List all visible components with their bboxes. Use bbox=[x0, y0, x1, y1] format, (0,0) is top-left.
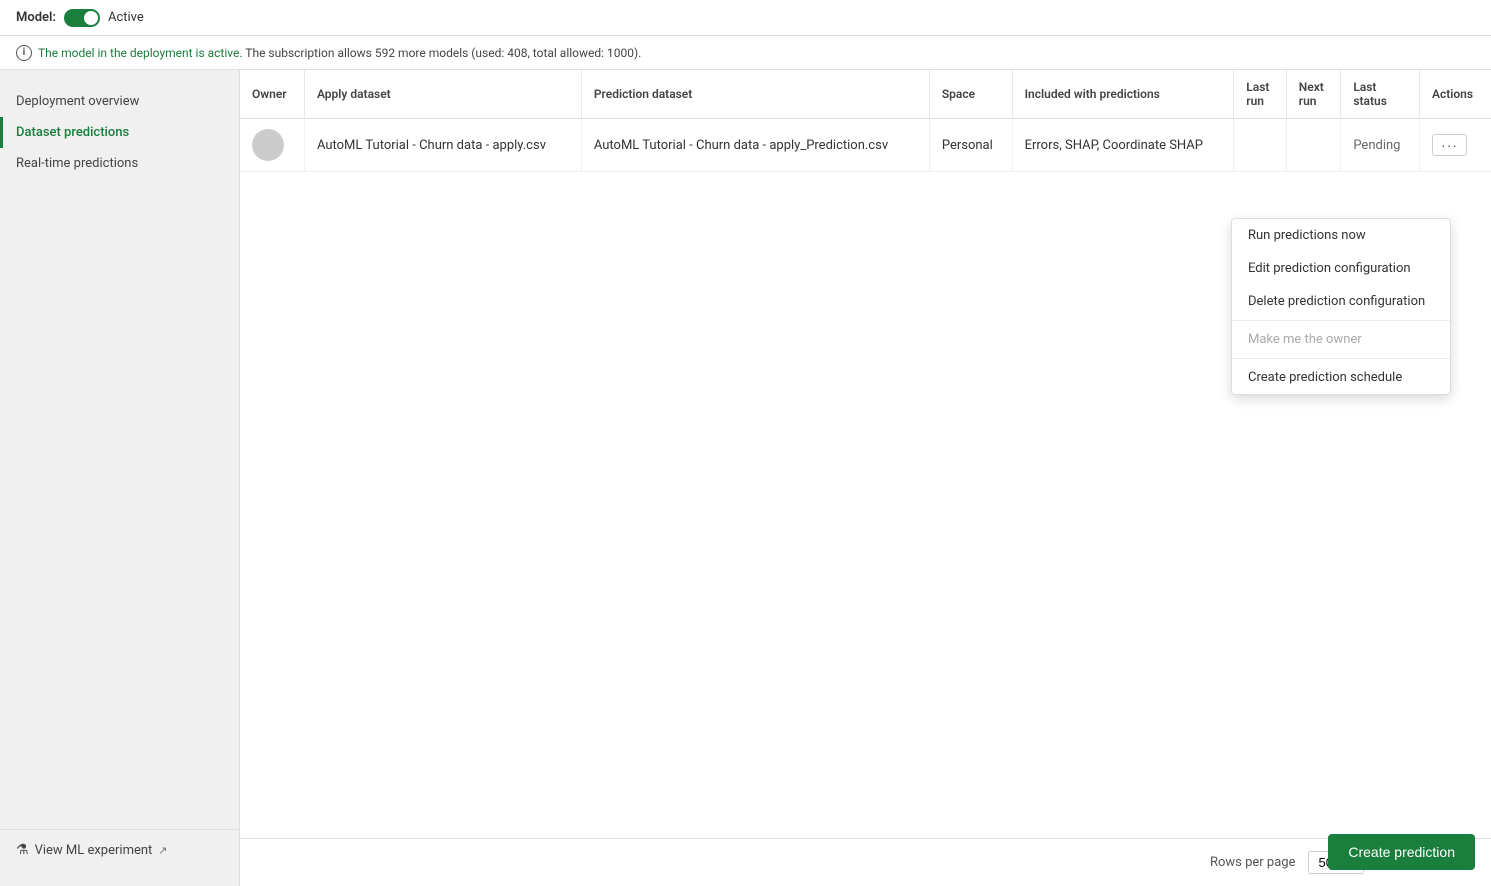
info-bar: i The model in the deployment is active.… bbox=[0, 36, 1491, 70]
sidebar: Deployment overview Dataset predictions … bbox=[0, 70, 240, 886]
active-label: Active bbox=[108, 10, 144, 25]
experiment-icon: ⚗ bbox=[16, 842, 29, 858]
dropdown-edit-prediction-config[interactable]: Edit prediction configuration bbox=[1232, 252, 1450, 285]
cell-actions: ··· bbox=[1419, 119, 1491, 172]
cell-included-predictions: Errors, SHAP, Coordinate SHAP bbox=[1012, 119, 1234, 172]
col-owner: Owner bbox=[240, 70, 304, 119]
model-label: Model: bbox=[16, 10, 56, 25]
avatar bbox=[252, 129, 284, 161]
cell-space: Personal bbox=[929, 119, 1012, 172]
col-next-run: Nextrun bbox=[1286, 70, 1341, 119]
cell-owner bbox=[240, 119, 304, 172]
sidebar-item-deployment-overview[interactable]: Deployment overview bbox=[0, 86, 239, 117]
main-layout: Deployment overview Dataset predictions … bbox=[0, 70, 1491, 886]
info-green-text: The model in the deployment is active. bbox=[38, 46, 243, 60]
external-link-icon: ↗ bbox=[158, 844, 167, 857]
info-text: The model in the deployment is active. T… bbox=[38, 46, 641, 60]
cell-last-run bbox=[1234, 119, 1286, 172]
info-icon: i bbox=[16, 45, 32, 61]
sidebar-nav: Deployment overview Dataset predictions … bbox=[0, 86, 239, 179]
cell-apply-dataset: AutoML Tutorial - Churn data - apply.csv bbox=[304, 119, 581, 172]
predictions-table: Owner Apply dataset Prediction dataset S… bbox=[240, 70, 1491, 172]
col-prediction-dataset: Prediction dataset bbox=[581, 70, 929, 119]
dropdown-make-me-owner: Make me the owner bbox=[1232, 323, 1450, 356]
actions-dropdown: Run predictions now Edit prediction conf… bbox=[1231, 218, 1451, 395]
dropdown-create-prediction-schedule[interactable]: Create prediction schedule bbox=[1232, 361, 1450, 394]
view-ml-experiment-link[interactable]: ⚗ View ML experiment ↗ bbox=[0, 829, 239, 870]
sidebar-item-real-time-predictions[interactable]: Real-time predictions bbox=[0, 148, 239, 179]
model-toggle[interactable] bbox=[64, 9, 100, 27]
create-prediction-button[interactable]: Create prediction bbox=[1328, 834, 1475, 870]
col-last-run: Lastrun bbox=[1234, 70, 1286, 119]
dropdown-divider-2 bbox=[1232, 358, 1450, 359]
content-area: Owner Apply dataset Prediction dataset S… bbox=[240, 70, 1491, 886]
col-actions: Actions bbox=[1419, 70, 1491, 119]
col-apply-dataset: Apply dataset bbox=[304, 70, 581, 119]
dropdown-delete-prediction-config[interactable]: Delete prediction configuration bbox=[1232, 285, 1450, 318]
col-last-status: Laststatus bbox=[1341, 70, 1420, 119]
toggle-knob bbox=[84, 11, 98, 25]
dropdown-divider bbox=[1232, 320, 1450, 321]
footer-bar: Rows per page 50 25 100 1–1 of 1 ‹ › bbox=[240, 838, 1491, 886]
top-bar: Model: Active bbox=[0, 0, 1491, 36]
col-included-predictions: Included with predictions bbox=[1012, 70, 1234, 119]
cell-prediction-dataset: AutoML Tutorial - Churn data - apply_Pre… bbox=[581, 119, 929, 172]
table-container: Owner Apply dataset Prediction dataset S… bbox=[240, 70, 1491, 838]
table-row: AutoML Tutorial - Churn data - apply.csv… bbox=[240, 119, 1491, 172]
sidebar-item-dataset-predictions[interactable]: Dataset predictions bbox=[0, 117, 239, 148]
actions-menu-button[interactable]: ··· bbox=[1432, 134, 1467, 156]
dropdown-run-predictions-now[interactable]: Run predictions now bbox=[1232, 219, 1450, 252]
cell-next-run bbox=[1286, 119, 1341, 172]
view-ml-experiment-label: View ML experiment bbox=[35, 843, 153, 858]
info-secondary-text: The subscription allows 592 more models … bbox=[245, 46, 641, 60]
status-badge: Pending bbox=[1353, 138, 1400, 153]
col-space: Space bbox=[929, 70, 1012, 119]
rows-per-page-label: Rows per page bbox=[1210, 855, 1296, 870]
cell-last-status: Pending bbox=[1341, 119, 1420, 172]
